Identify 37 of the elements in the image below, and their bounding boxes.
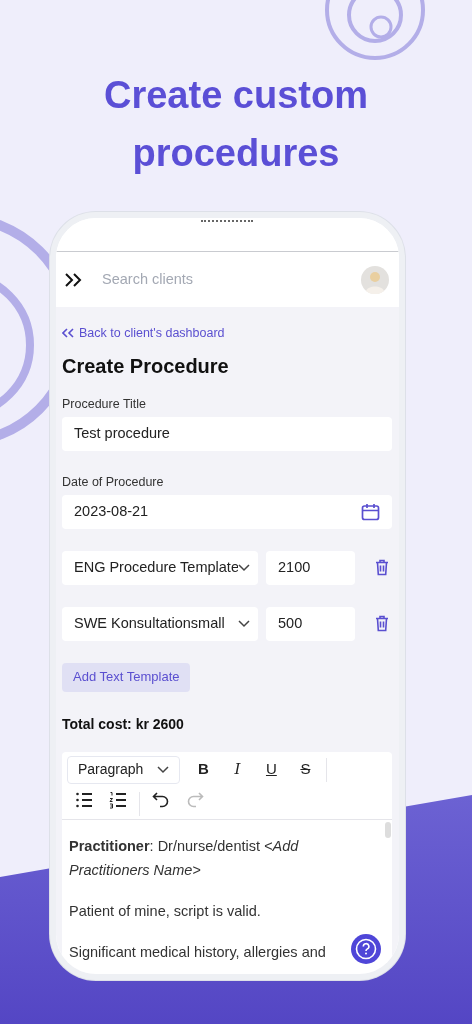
editor-paragraph: Significant medical history, allergies and (69, 943, 327, 963)
underline-button[interactable]: U (254, 754, 289, 785)
template-select[interactable]: ENG Procedure Template (62, 550, 258, 585)
field-label: Procedure Title (62, 396, 148, 413)
editor-paragraph: Patient of mine, script is valid. (69, 902, 262, 922)
date-label: Date of Procedure (62, 473, 165, 491)
paragraph-select[interactable]: Paragraph (67, 755, 181, 784)
price-field[interactable]: 500 (266, 606, 355, 641)
chevron-down-icon (157, 765, 170, 774)
page-title: Create Procedure (62, 354, 230, 379)
editor-paragraph: Practitioner: Dr/nurse/dentist <Add Practitioners Name> (69, 837, 300, 881)
scrollbar[interactable] (385, 822, 391, 839)
chevron-down-icon (238, 619, 250, 628)
template-select[interactable]: SWE Konsultationsmall (62, 606, 258, 641)
calendar-icon[interactable] (361, 502, 380, 521)
total-cost: Total cost: kr 2600 (62, 714, 185, 734)
help-icon (355, 938, 377, 960)
numbered-list-icon (109, 790, 127, 809)
bullet-list-icon (75, 790, 93, 809)
undo-icon (152, 790, 170, 809)
price-field[interactable]: 2100 (266, 550, 355, 585)
headline: Create custom procedures (103, 73, 369, 176)
redo-icon (186, 790, 204, 809)
back-link[interactable]: Back to client's dashboard (62, 323, 225, 343)
trash-icon[interactable] (375, 615, 389, 632)
add-template-button[interactable]: Add Text Template (62, 662, 191, 692)
expand-icon[interactable] (64, 272, 84, 287)
text-editor[interactable]: Paragraph B I U S Practitioner: Dr/nurse/dentist <Add Practitioners Name> Patient of mine, script is valid. Significant medical history, allergies and (62, 751, 392, 974)
search-field[interactable]: Search clients (102, 268, 361, 291)
trash-icon[interactable] (375, 559, 389, 576)
date-field[interactable]: 2023-08-21 (62, 494, 392, 529)
title-field[interactable]: Test procedure (62, 416, 392, 451)
strikethrough-button[interactable]: S (288, 754, 323, 785)
back-icon (62, 328, 74, 338)
bold-button[interactable]: B (186, 754, 221, 785)
italic-button[interactable]: I (220, 754, 255, 785)
chevron-down-icon (238, 563, 250, 572)
